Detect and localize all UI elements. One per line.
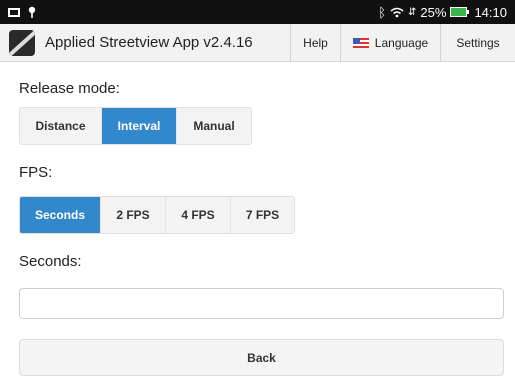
help-label: Help xyxy=(303,35,328,50)
battery-percent: 25% xyxy=(420,4,447,20)
battery-icon xyxy=(450,7,470,17)
screen-icon xyxy=(8,7,20,17)
settings-button[interactable]: Settings xyxy=(440,24,515,61)
fps-2-button[interactable]: 2 FPS xyxy=(101,197,166,233)
fps-label: FPS: xyxy=(19,164,53,181)
app-logo-icon xyxy=(9,29,35,56)
back-label: Back xyxy=(247,350,276,365)
settings-label: Settings xyxy=(456,35,500,50)
clock: 14:10 xyxy=(474,4,507,20)
back-button[interactable]: Back xyxy=(19,339,504,376)
release-mode-distance-button[interactable]: Distance xyxy=(20,108,102,144)
release-mode-selector: Distance Interval Manual xyxy=(19,107,252,145)
app-title: Applied Streetview App v2.4.16 xyxy=(45,34,253,51)
wifi-icon xyxy=(390,7,404,17)
seconds-input[interactable] xyxy=(19,288,504,319)
release-mode-manual-button[interactable]: Manual xyxy=(177,108,251,144)
seconds-label: Seconds: xyxy=(19,253,82,270)
us-flag-icon xyxy=(352,37,369,48)
release-mode-label: Release mode: xyxy=(19,80,120,97)
help-button[interactable]: Help xyxy=(290,24,340,61)
status-bar: ᛒ ⇵ 25% 14:10 xyxy=(0,0,515,24)
language-button[interactable]: Language xyxy=(340,24,440,61)
fps-7-button[interactable]: 7 FPS xyxy=(231,197,294,233)
fps-selector: Seconds 2 FPS 4 FPS 7 FPS xyxy=(19,196,295,234)
bluetooth-icon: ᛒ xyxy=(378,4,387,20)
signal-arrows-icon: ⇵ xyxy=(408,6,417,18)
language-label: Language xyxy=(374,35,429,50)
fps-seconds-button[interactable]: Seconds xyxy=(20,197,101,233)
location-pin-icon xyxy=(28,6,36,18)
app-bar: Applied Streetview App v2.4.16 Help Lang… xyxy=(0,24,515,62)
release-mode-interval-button[interactable]: Interval xyxy=(102,108,177,144)
fps-4-button[interactable]: 4 FPS xyxy=(166,197,231,233)
